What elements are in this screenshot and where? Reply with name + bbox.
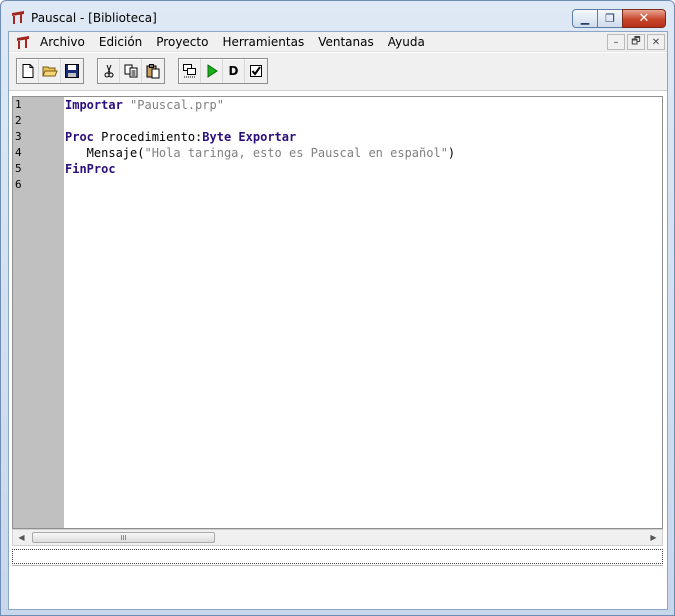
debug-icon: D <box>228 64 239 78</box>
code-keyword: FinProc <box>65 162 116 176</box>
minimize-button[interactable]: ▁ <box>572 9 598 28</box>
app-window: Pauscal - [Biblioteca] ▁ ❐ ✕ Archivo Edi… <box>0 0 675 616</box>
cut-button[interactable] <box>98 59 120 83</box>
window-title: Pauscal - [Biblioteca] <box>31 11 157 25</box>
caption-buttons: ▁ ❐ ✕ <box>572 9 666 28</box>
line-number: 1 <box>15 98 22 111</box>
build-toolbar-group: D <box>178 58 268 84</box>
file-toolbar-group <box>16 58 84 84</box>
document-icon[interactable] <box>15 35 31 49</box>
output-panel[interactable] <box>12 565 663 608</box>
cut-icon <box>104 64 113 78</box>
client-area: Archivo Edición Proyecto Herramientas Ve… <box>8 31 668 610</box>
paste-icon <box>146 64 160 79</box>
code-text: Procedimiento: <box>93 130 203 144</box>
check-icon <box>250 65 262 77</box>
line-number: 3 <box>15 130 22 143</box>
open-button[interactable] <box>39 59 61 83</box>
line-number: 2 <box>15 114 22 127</box>
output-panel-header[interactable] <box>12 549 663 564</box>
scroll-thumb[interactable]: III <box>32 532 215 543</box>
scroll-right-arrow-icon[interactable]: ▶ <box>645 530 662 545</box>
menu-bar: Archivo Edición Proyecto Herramientas Ve… <box>9 32 667 52</box>
menu-archivo[interactable]: Archivo <box>33 32 92 52</box>
code-keyword: Byte <box>202 130 232 144</box>
code-line[interactable]: Importar "Pauscal.prp" <box>65 97 224 113</box>
menu-herramientas[interactable]: Herramientas <box>215 32 311 52</box>
code-line[interactable]: Mensaje("Hola taringa, esto es Pauscal e… <box>65 145 455 161</box>
new-file-button[interactable] <box>17 59 39 83</box>
code-line[interactable]: FinProc <box>65 161 116 177</box>
code-keyword: Importar <box>65 98 123 112</box>
paste-button[interactable] <box>142 59 164 83</box>
menu-ayuda[interactable]: Ayuda <box>381 32 432 52</box>
mdi-minimize-button[interactable]: – <box>607 34 625 50</box>
new-file-icon <box>22 64 33 78</box>
copy-button[interactable] <box>120 59 142 83</box>
horizontal-scrollbar[interactable]: ◀ III ▶ <box>12 529 663 546</box>
save-button[interactable] <box>61 59 83 83</box>
title-bar[interactable]: Pauscal - [Biblioteca] ▁ ❐ ✕ <box>1 1 674 31</box>
open-folder-icon <box>41 66 58 77</box>
code-string: "Pauscal.prp" <box>130 98 224 112</box>
mdi-close-button[interactable]: ✕ <box>647 34 665 50</box>
debug-button[interactable]: D <box>223 59 245 83</box>
menu-edicion[interactable]: Edición <box>92 32 149 52</box>
save-icon <box>65 64 79 78</box>
copy-icon <box>124 64 137 78</box>
edit-toolbar-group <box>97 58 165 84</box>
compile-icon <box>182 64 196 78</box>
toolbar: D <box>9 53 667 91</box>
code-keyword: Exportar <box>238 130 297 144</box>
run-button[interactable] <box>201 59 223 83</box>
scroll-left-arrow-icon[interactable]: ◀ <box>13 530 30 545</box>
check-button[interactable] <box>245 59 267 83</box>
menu-proyecto[interactable]: Proyecto <box>149 32 215 52</box>
code-text: Mensaje( <box>65 146 145 160</box>
menu-ventanas[interactable]: Ventanas <box>311 32 381 52</box>
run-icon <box>207 64 218 78</box>
line-number: 5 <box>15 162 22 175</box>
code-text: ) <box>447 146 456 160</box>
app-icon <box>12 11 24 24</box>
close-button[interactable]: ✕ <box>622 9 666 28</box>
code-string: "Hola taringa, esto es Pauscal en españo… <box>144 146 448 160</box>
maximize-button[interactable]: ❐ <box>597 9 623 28</box>
line-number: 6 <box>15 178 22 191</box>
compile-button[interactable] <box>179 59 201 83</box>
line-number-gutter: 1 2 3 4 5 6 <box>13 97 64 528</box>
line-number: 4 <box>15 146 22 159</box>
mdi-buttons: – 🗗 ✕ <box>605 34 665 50</box>
code-line[interactable]: Proc Procedimiento:Byte Exportar <box>65 129 296 145</box>
mdi-restore-button[interactable]: 🗗 <box>627 34 645 50</box>
code-editor[interactable]: 1 2 3 4 5 6 Importar "Pauscal.prp" Proc P… <box>12 96 663 529</box>
code-keyword: Proc <box>65 130 94 144</box>
